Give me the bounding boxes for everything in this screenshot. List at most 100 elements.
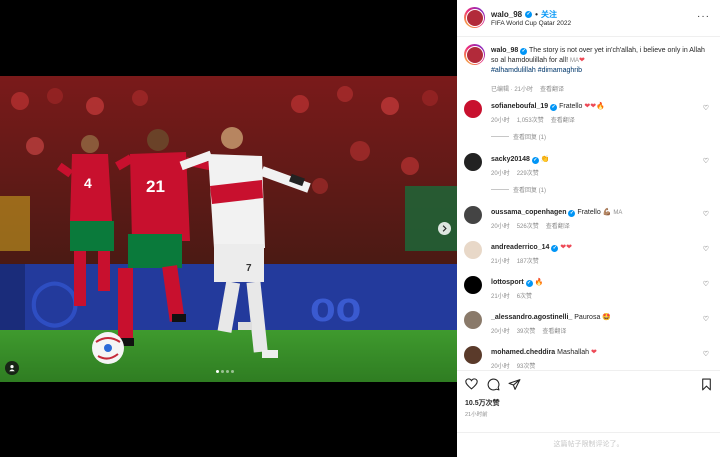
post-time: 21小时前 [465,412,488,418]
comment-item: mohamed.cheddira Mashallah ❤ 20小时 93次赞 ♡ [464,346,714,370]
commenter-avatar[interactable] [464,100,482,118]
comment-item: sofianeboufal_19 ✓ Fratello ❤❤🔥 20小时 1,0… [464,100,714,141]
author-line: walo_98 ✓ • 关注 [491,9,557,20]
view-replies-button[interactable]: 查看回复 (1) [491,185,546,194]
caption-meta: 已编辑 · 21小时 查看翻译 [491,84,564,93]
post-sidebar: walo_98 ✓ • 关注 FIFA World Cup Qatar 2022… [457,0,720,457]
comment-heart-icon[interactable]: ♡ [703,350,709,358]
caption-username[interactable]: walo_98 [491,47,518,54]
comment-meta: 20小时 1,053次赞 查看翻译 [491,115,575,124]
commenter-username[interactable]: sofianeboufal_19 [491,103,548,110]
comment-meta: 20小时 526次赞 查看翻译 [491,221,570,230]
comment-time: 21小时 [491,294,510,300]
caption-suffix: MA [570,57,579,64]
comment-meta: 20小时 39次赞 查看翻译 [491,326,566,335]
comment-likes[interactable]: 93次赞 [517,361,536,370]
comment-time: 20小时 [491,364,510,370]
commenter-username[interactable]: sacky20148 [491,156,530,163]
post-location[interactable]: FIFA World Cup Qatar 2022 [491,20,571,27]
carousel-dots [216,370,234,373]
comments-restricted-notice: 这篇帖子限制评论了。 [457,432,720,457]
caption-edited-time: 已编辑 · 21小时 [491,87,534,93]
comment-time: 20小时 [491,118,510,124]
caption-translate-link[interactable]: 查看翻译 [540,84,564,93]
comment-body: oussama_copenhagen ✓ Fratello 💪🏽 MA [491,208,691,217]
carousel-dot [221,370,224,373]
next-image-button[interactable] [438,222,451,235]
post-photo[interactable]: ◯ oo 4 21 7 [0,76,457,382]
carousel-dot-active [216,370,219,373]
svg-text:oo: oo [310,283,361,330]
comment-likes[interactable]: 187次赞 [517,256,539,265]
comment-heart-icon[interactable]: ♡ [703,315,709,323]
author-avatar[interactable] [464,7,485,28]
author-username[interactable]: walo_98 [491,10,522,19]
send-icon[interactable] [507,377,521,391]
comment-heart-icon[interactable]: ♡ [703,280,709,288]
comment-likes[interactable]: 1,053次赞 [517,115,544,124]
comment-body: andreaderrico_14 ✓ ❤❤ [491,243,691,252]
comment-heart-icon[interactable]: ♡ [703,245,709,253]
comment-translate-link[interactable]: 查看翻译 [542,326,566,335]
comment-time: 21小时 [491,259,510,265]
commenter-avatar[interactable] [464,153,482,171]
comment-emoji: 👏 [540,156,550,163]
user-icon [9,365,15,372]
commenter-avatar[interactable] [464,241,482,259]
caption-avatar[interactable] [464,44,485,65]
verified-badge-icon: ✓ [531,157,539,164]
view-replies-button[interactable]: 查看回复 (1) [491,132,546,141]
commenter-username[interactable]: lottosport [491,279,524,286]
commenter-username[interactable]: oussama_copenhagen [491,209,566,216]
comment-heart-icon[interactable]: ♡ [703,104,709,112]
comment-body: sofianeboufal_19 ✓ Fratello ❤❤🔥 [491,102,691,111]
comment-body: _alessandro.agostinelli_ Paurosa 🤩 [491,313,691,321]
comment-time: 20小时 [491,329,510,335]
post-header: walo_98 ✓ • 关注 FIFA World Cup Qatar 2022… [457,0,720,37]
comment-meta: 20小时 93次赞 [491,361,535,370]
comment-translate-link[interactable]: 查看翻译 [546,221,570,230]
more-horizontal-icon[interactable]: ··· [697,12,710,22]
comment-likes[interactable]: 229次赞 [517,168,539,177]
commenter-username[interactable]: _alessandro.agostinelli_ [491,314,572,321]
tagged-users-button[interactable] [5,361,19,375]
commenter-avatar[interactable] [464,276,482,294]
follow-button[interactable]: 关注 [541,9,557,20]
carousel-dot [226,370,229,373]
comment-likes[interactable]: 526次赞 [517,221,539,230]
bookmark-icon[interactable] [699,377,713,391]
heart-icon[interactable] [464,377,478,391]
comment-heart-icon[interactable]: ♡ [703,210,709,218]
comments-list[interactable]: walo_98 ✓ The story is not over yet in'c… [457,38,720,370]
likes-count[interactable]: 10.5万次赞 [465,398,500,408]
caption-hashtags[interactable]: #alhamdulillah #dimamaghrib [491,67,582,74]
comment-heart-icon[interactable]: ♡ [703,157,709,165]
commenter-username[interactable]: mohamed.cheddira [491,349,555,356]
commenter-avatar[interactable] [464,311,482,329]
comment-emoji: 💪🏽 [602,209,612,216]
view-replies-label: 查看回复 (1) [513,135,547,141]
comment-item: sacky20148 ✓ 👏 20小时 229次赞 ♡ 查看回复 (1) [464,153,714,194]
commenter-avatar[interactable] [464,206,482,224]
jersey-number-portugal: 7 [246,263,252,274]
comment-likes[interactable]: 6次赞 [517,291,532,300]
comment-body: mohamed.cheddira Mashallah ❤ [491,348,691,356]
comment-text: Mashallah [557,349,590,356]
comment-time: 20小时 [491,224,510,230]
comment-emoji: 🔥 [534,279,544,286]
separator-dot: • [535,10,538,19]
comment-meta: 21小时 187次赞 [491,256,539,265]
heart-emoji: ❤ [579,56,585,64]
comment-icon[interactable] [486,377,500,391]
verified-badge-icon: ✓ [550,104,558,111]
view-replies-label: 查看回复 (1) [513,188,547,194]
carousel-dot [231,370,234,373]
comment-likes[interactable]: 39次赞 [517,326,536,335]
comment-body: lottosport ✓ 🔥 [491,278,691,287]
comment-translate-link[interactable]: 查看翻译 [551,115,575,124]
comment-emoji: ❤❤🔥 [584,103,605,110]
comment-text: Fratello [577,209,601,216]
commenter-username[interactable]: andreaderrico_14 [491,244,549,251]
commenter-avatar[interactable] [464,346,482,364]
comment-item: andreaderrico_14 ✓ ❤❤ 21小时 187次赞 ♡ [464,241,714,281]
